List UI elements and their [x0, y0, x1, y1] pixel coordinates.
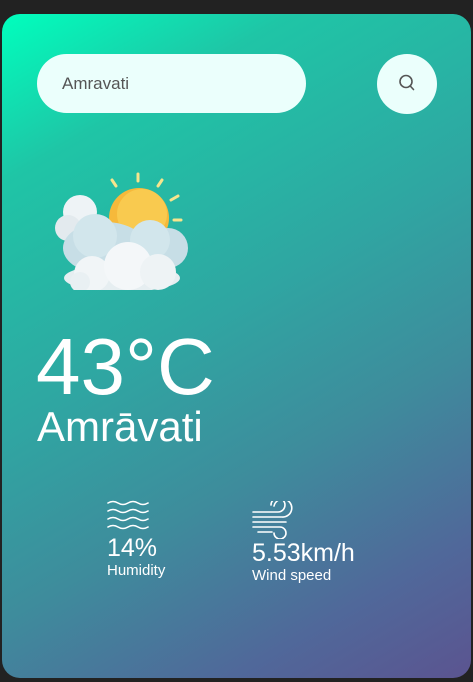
weather-card: 43°C Amrāvati 14% Humidity — [2, 14, 471, 678]
wind-label: Wind speed — [252, 567, 332, 584]
humidity-block: 14% Humidity — [107, 500, 165, 580]
search-button[interactable] — [377, 54, 437, 114]
city-name: Amrāvati — [37, 403, 203, 450]
humidity-value: 14% — [107, 534, 158, 562]
wind-block: 5.53km/h Wind speed — [252, 501, 355, 585]
humidity-waves-icon — [107, 500, 165, 534]
city-search-input[interactable] — [37, 54, 306, 113]
wind-icon — [252, 501, 355, 539]
search-icon — [397, 73, 417, 96]
wind-value: 5.53km/h — [252, 539, 355, 567]
humidity-label: Humidity — [107, 562, 166, 579]
temperature: 43°C — [36, 322, 215, 411]
partly-cloudy-sun-icon — [50, 170, 192, 292]
